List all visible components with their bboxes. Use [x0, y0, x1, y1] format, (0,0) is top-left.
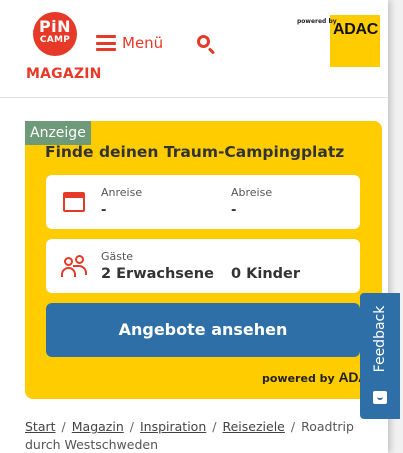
breadcrumb-magazin[interactable]: Magazin: [72, 419, 124, 434]
breadcrumb-separator: /: [129, 419, 134, 434]
menu-button[interactable]: Menü: [96, 33, 163, 53]
guests-card[interactable]: Gäste 2 Erwachsene 0 Kinder: [46, 239, 360, 293]
view-offers-button[interactable]: Angebote ansehen: [46, 303, 360, 357]
ad-title: Finde deinen Traum-Campingplatz: [45, 143, 345, 161]
departure-label: Abreise: [231, 186, 273, 199]
logo-line1: PiN: [38, 17, 72, 36]
smiley-icon: [373, 391, 387, 404]
powered-by-text: powered by: [262, 372, 335, 385]
guests-label: Gäste: [101, 250, 134, 263]
breadcrumb-separator: /: [212, 419, 217, 434]
logo-magazin-label: MAGAZIN: [26, 66, 102, 82]
pincamp-logo[interactable]: PiN CAMP: [33, 12, 77, 56]
arrival-value: -: [101, 203, 107, 218]
breadcrumb-reiseziele[interactable]: Reiseziele: [222, 419, 284, 434]
breadcrumb-separator: /: [61, 419, 66, 434]
adac-powered-by: powered by: [297, 18, 337, 25]
breadcrumb-start[interactable]: Start: [25, 419, 56, 434]
arrival-label: Anreise: [101, 186, 143, 199]
departure-value: -: [231, 203, 237, 218]
adac-wordmark: ADAC: [333, 21, 379, 38]
children-count: 0 Kinder: [231, 266, 301, 282]
people-icon: [61, 255, 87, 277]
breadcrumb: Start / Magazin / Inspiration / Reiseziele / Roa…: [25, 418, 385, 453]
ad-label: Anzeige: [25, 121, 91, 145]
breadcrumb-separator: /: [290, 419, 296, 434]
date-picker-card[interactable]: Anreise - Abreise -: [46, 175, 360, 229]
search-icon[interactable]: [196, 34, 216, 55]
feedback-tab[interactable]: Feedback: [360, 293, 400, 419]
feedback-label: Feedback: [372, 305, 388, 373]
calendar-icon: [63, 192, 85, 212]
breadcrumb-inspiration[interactable]: Inspiration: [140, 419, 206, 434]
page: PiN CAMP MAGAZIN Menü powered by ADAC An…: [0, 0, 388, 453]
adults-count: 2 Erwachsene: [101, 266, 214, 282]
logo-line2: CAMP: [39, 35, 71, 45]
menu-label: Menü: [122, 34, 164, 52]
hamburger-icon: [96, 35, 116, 51]
site-header: PiN CAMP MAGAZIN Menü powered by ADAC: [0, 0, 388, 98]
